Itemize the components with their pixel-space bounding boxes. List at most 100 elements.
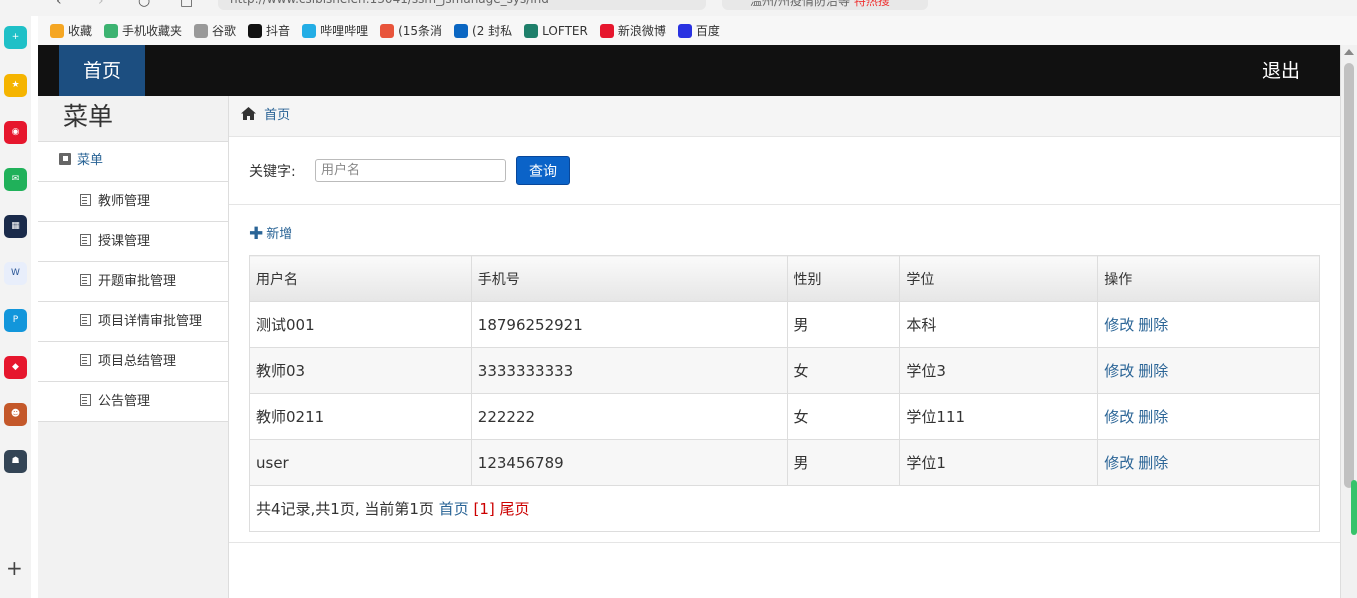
menu-item[interactable]: 授课管理 [38,222,228,262]
breadcrumb: 首页 [229,96,1340,137]
add-button[interactable]: ✚ 新增 [249,223,292,244]
menu-item[interactable]: 项目总结管理 [38,342,228,382]
page-scrollbar[interactable] [1340,45,1357,598]
search-button[interactable]: 查询 [516,156,570,185]
pager-last-link[interactable]: 尾页 [500,500,530,518]
add-app-icon[interactable]: + [6,556,23,580]
cell-phone: 18796252921 [470,301,788,348]
refresh-icon[interactable]: ○ [138,0,152,8]
browser-toolbar: ‹ › ○ □ http://www.cslbisheien:13041/ssm… [0,0,1357,16]
bookmark-item[interactable]: 抖音 [248,22,290,39]
bookmark-label: (15条消 [398,24,443,38]
p-app-icon[interactable]: P [4,309,27,332]
back-icon[interactable]: ‹ [56,0,70,8]
cell-actions: 修改 删除 [1097,347,1320,394]
home-icon[interactable]: □ [180,0,194,8]
bookmark-item[interactable]: 手机收藏夹 [104,22,182,39]
c-icon [380,23,395,38]
delete-link[interactable]: 删除 [1138,408,1168,426]
edit-link[interactable]: 修改 [1104,316,1134,334]
delete-link[interactable]: 删除 [1138,454,1168,472]
delete-link[interactable]: 删除 [1138,362,1168,380]
star-icon [50,23,64,38]
column-header: 性别 [786,255,901,302]
menu-item[interactable]: 教师管理 [38,182,228,222]
bookmark-label: 收藏 [68,24,93,38]
forward-icon[interactable]: › [98,0,112,8]
bookmark-item[interactable]: 哔哩哔哩 [302,22,368,39]
cell-username: 测试001 [249,301,472,348]
book-icon [59,153,71,165]
search-form: 关键字: 查询 [229,137,1340,205]
soldier-app-icon[interactable]: ☗ [4,450,27,473]
pager-first-link[interactable]: 首页 [439,500,469,518]
menu-item-label: 项目总结管理 [98,354,177,369]
logout-link[interactable]: 退出 [1262,45,1300,96]
lofter-icon [524,23,539,38]
cell-username: user [249,439,472,486]
health-app-icon[interactable]: + [4,26,27,49]
pager-current-page[interactable]: [1] [474,500,495,518]
teacher-table: 用户名 手机号 性别 学位 操作 测试001 18796252921 男本科 修改 删除… [249,255,1320,532]
column-header: 操作 [1097,255,1320,302]
bookmark-item[interactable]: (15条消 [380,22,442,39]
table-row: 教师03 3333333333 女学位3 修改 删除 [249,347,1320,394]
delete-link[interactable]: 删除 [1138,316,1168,334]
list-icon [80,234,91,246]
username-search-input[interactable] [315,159,506,182]
scroll-up-icon[interactable] [1344,49,1354,55]
list-icon [80,394,91,406]
menu-item-label: 授课管理 [98,234,151,249]
cell-phone: 123456789 [470,439,788,486]
list-icon [80,354,91,366]
mail-app-icon[interactable]: ✉ [4,168,27,191]
bookmark-item[interactable]: LOFTER [524,23,588,38]
cell-gender: 女 [786,347,901,394]
column-header: 手机号 [470,255,788,302]
address-bar[interactable]: http://www.cslbisheien:13041/ssm_jsmanag… [218,0,706,10]
table-row: 测试001 18796252921 男本科 修改 删除 [249,301,1320,348]
cell-gender: 女 [786,393,901,440]
bookmark-item[interactable]: 谷歌 [194,22,236,39]
nav-home[interactable]: 首页 [59,45,145,96]
bookmark-item[interactable]: 新浪微博 [599,22,666,39]
list-icon [80,194,91,206]
menu-item[interactable]: 公告管理 [38,382,228,422]
cell-gender: 男 [786,439,901,486]
word-app-icon[interactable]: W [4,262,27,285]
bookmark-label: 新浪微博 [617,24,666,38]
red-app-icon[interactable]: ◆ [4,356,27,379]
bookmark-item[interactable]: 百度 [677,22,720,39]
menu-item[interactable]: 开题审批管理 [38,262,228,302]
character-app-icon[interactable]: ☻ [4,403,27,426]
baidu-icon [677,23,692,38]
column-header: 学位 [899,255,1099,302]
bookmark-item[interactable]: 收藏 [50,22,92,39]
game-app-icon[interactable]: ▦ [4,215,27,238]
browser-search[interactable]: 温州/州疫情防治等 特热搜 [722,0,928,10]
menu-item-label: 开题审批管理 [98,274,177,289]
bookmark-label: (2 封私 [472,24,513,38]
menu-root[interactable]: 菜单 [38,142,228,182]
menu-item[interactable]: 项目详情审批管理 [38,302,228,342]
scrollbar-thumb[interactable] [1344,63,1354,488]
edit-link[interactable]: 修改 [1104,362,1134,380]
list-icon [80,314,91,326]
scroll-indicator [1351,480,1357,535]
cell-phone: 222222 [470,393,788,440]
edit-link[interactable]: 修改 [1104,408,1134,426]
favorites-app-icon[interactable]: ★ [4,74,27,97]
bookmark-label: 哔哩哔哩 [320,24,369,38]
top-navbar: 首页 退出 [38,45,1340,96]
edit-link[interactable]: 修改 [1104,454,1134,472]
cell-username: 教师03 [249,347,472,394]
weibo-app-icon[interactable]: ◉ [4,121,27,144]
breadcrumb-home-link[interactable]: 首页 [264,108,290,123]
cell-degree: 学位1 [899,439,1099,486]
weibo-icon [599,23,614,38]
menu-item-label: 项目详情审批管理 [98,314,203,329]
bilibili-icon [302,23,317,38]
cell-degree: 本科 [899,301,1099,348]
bookmark-item[interactable]: (2 封私 [454,22,512,39]
bookmarks-bar: 收藏 手机收藏夹 谷歌 抖音 哔哩哔哩 (15条消 (2 封私 LOFTER 新浪微博 百度 [38,16,1357,45]
